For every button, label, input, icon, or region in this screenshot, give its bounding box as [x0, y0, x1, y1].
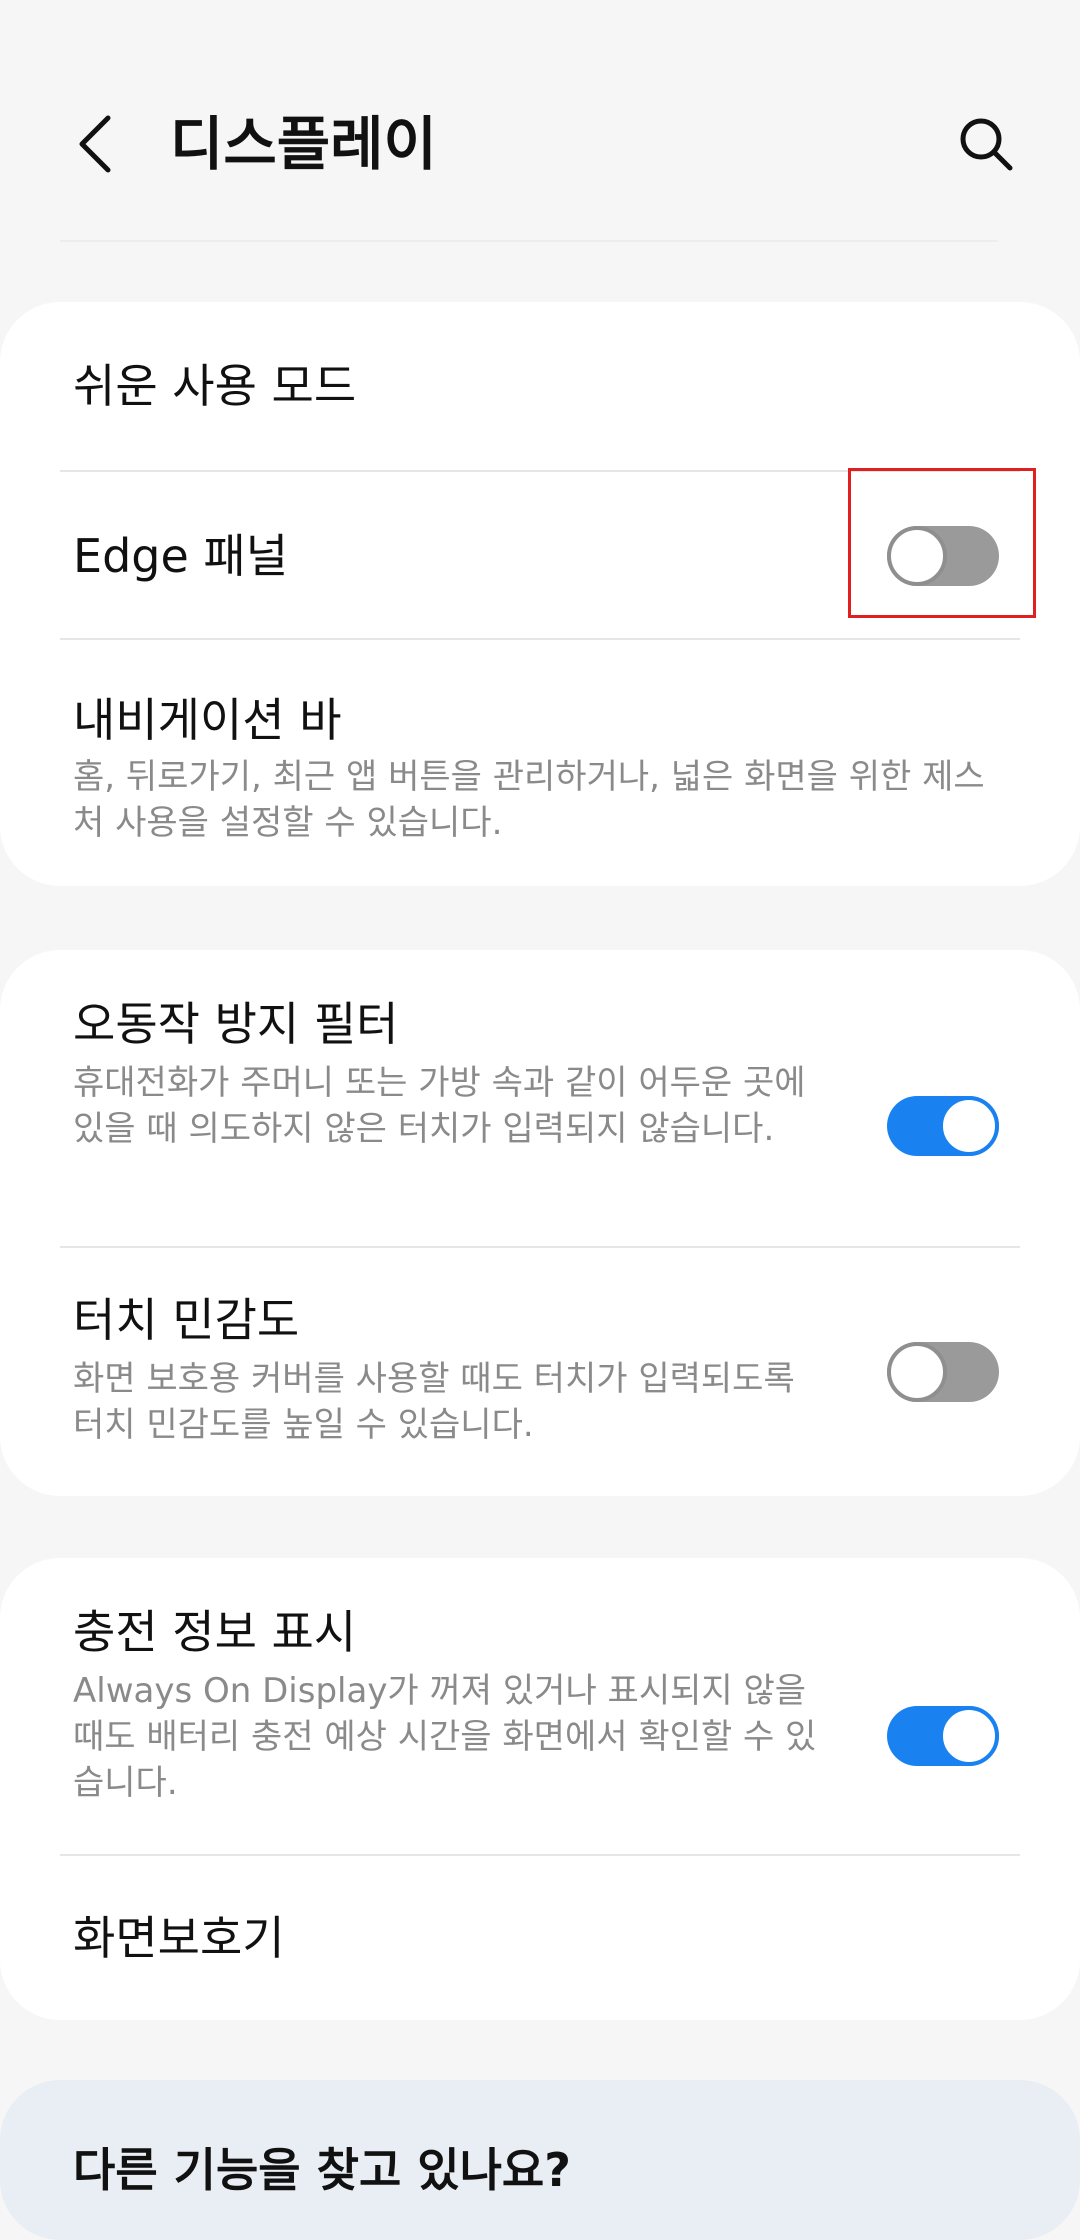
toggle-knob — [887, 1342, 947, 1402]
accidental-touch-title: 오동작 방지 필터 — [73, 997, 399, 1051]
screensaver-title: 화면보호기 — [73, 1911, 285, 1965]
touch-sensitivity-title: 터치 민감도 — [73, 1293, 300, 1347]
page-title: 디스플레이 — [170, 110, 437, 178]
accidental-touch-subtitle: 휴대전화가 주머니 또는 가방 속과 같이 어두운 곳에 있을 때 의도하지 않… — [73, 1063, 806, 1149]
highlight-box — [848, 468, 1036, 618]
screensaver-item[interactable]: 화면보호기 — [0, 1856, 1080, 2020]
touch-sensitivity-toggle[interactable] — [887, 1342, 999, 1402]
toggle-knob — [939, 1096, 999, 1156]
suggestion-title: 다른 기능을 찾고 있나요? — [73, 2143, 571, 2197]
suggestion-card[interactable]: 다른 기능을 찾고 있나요? — [0, 2080, 1080, 2240]
settings-card-2: 오동작 방지 필터 휴대전화가 주머니 또는 가방 속과 같이 어두운 곳에 있… — [0, 950, 1080, 1496]
search-button[interactable] — [950, 108, 1022, 180]
search-icon — [960, 118, 1013, 171]
navigation-bar-title: 내비게이션 바 — [73, 693, 342, 747]
chevron-left-icon — [79, 115, 111, 173]
app-bar: 디스플레이 — [0, 0, 1080, 240]
charging-info-toggle[interactable] — [887, 1706, 999, 1766]
navigation-bar-subtitle: 홈, 뒤로가기, 최근 앱 버튼을 관리하거나, 넓은 화면을 위한 제스처 사… — [73, 757, 985, 843]
touch-sensitivity-subtitle: 화면 보호용 커버를 사용할 때도 터치가 입력되도록 터치 민감도를 높일 수… — [73, 1359, 795, 1445]
charging-info-subtitle: Always On Display가 꺼져 있거나 표시되지 않을 때도 배터리… — [73, 1671, 817, 1803]
toggle-knob — [939, 1706, 999, 1766]
easy-mode-item[interactable]: 쉬운 사용 모드 — [0, 302, 1080, 470]
navigation-bar-item[interactable]: 내비게이션 바 홈, 뒤로가기, 최근 앱 버튼을 관리하거나, 넓은 화면을 … — [0, 640, 1080, 886]
easy-mode-title: 쉬운 사용 모드 — [73, 359, 357, 413]
edge-panel-title: Edge 패널 — [73, 529, 289, 583]
settings-card-3: 충전 정보 표시 Always On Display가 꺼져 있거나 표시되지 … — [0, 1558, 1080, 2020]
charging-info-title: 충전 정보 표시 — [73, 1605, 357, 1659]
charging-info-item[interactable]: 충전 정보 표시 Always On Display가 꺼져 있거나 표시되지 … — [0, 1558, 1080, 1854]
touch-sensitivity-item[interactable]: 터치 민감도 화면 보호용 커버를 사용할 때도 터치가 입력되도록 터치 민감… — [0, 1248, 1080, 1496]
header-divider — [60, 240, 998, 242]
accidental-touch-item[interactable]: 오동작 방지 필터 휴대전화가 주머니 또는 가방 속과 같이 어두운 곳에 있… — [0, 950, 1080, 1246]
accidental-touch-toggle[interactable] — [887, 1096, 999, 1156]
back-button[interactable] — [62, 108, 126, 180]
